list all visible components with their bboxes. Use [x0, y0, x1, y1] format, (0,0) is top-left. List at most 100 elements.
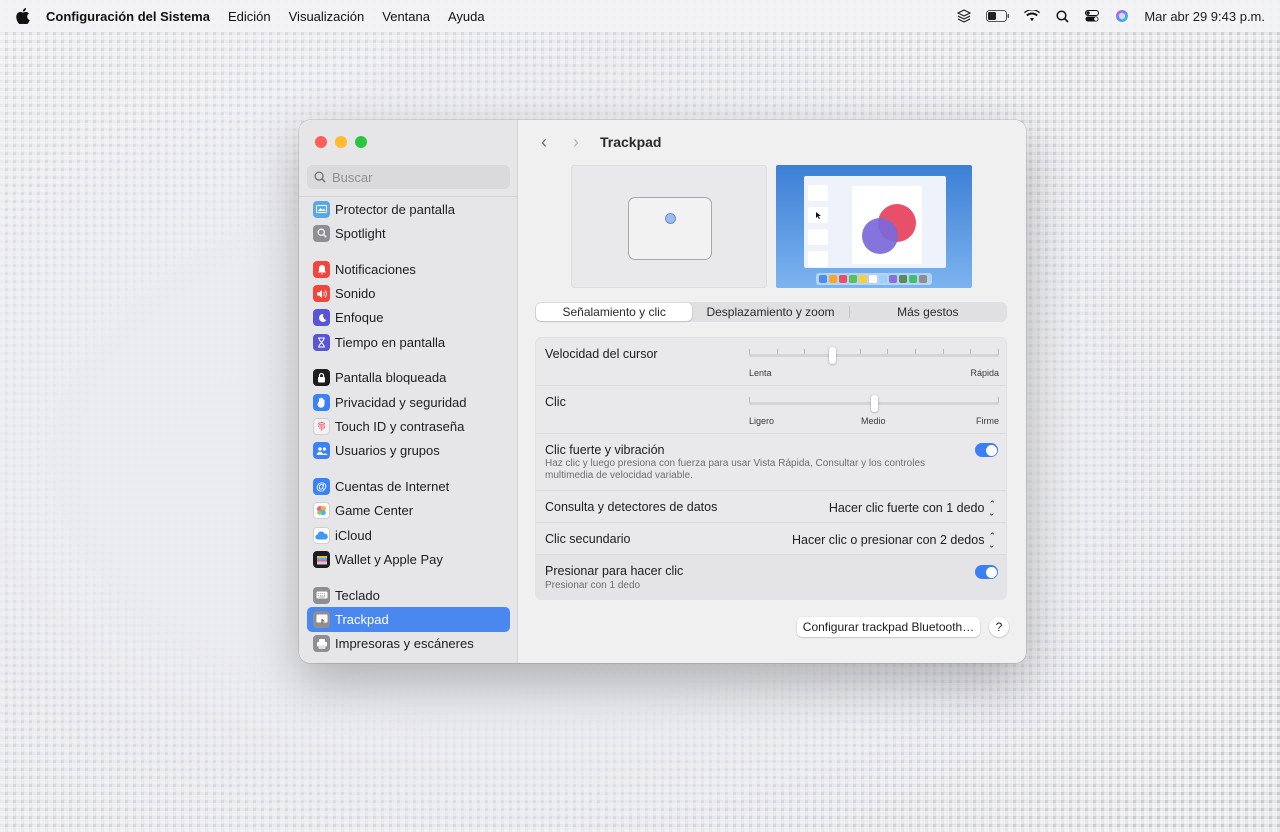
- sidebar-item-label: Spotlight: [335, 225, 386, 241]
- page-title: Trackpad: [600, 134, 662, 150]
- back-button[interactable]: ‹: [536, 132, 552, 153]
- click-pressure-slider[interactable]: Ligero Medio Firme: [749, 395, 999, 426]
- sound-icon: [313, 285, 330, 303]
- search-input[interactable]: [332, 169, 502, 185]
- sidebar-item-wallet[interactable]: Wallet y Apple Pay: [307, 547, 510, 571]
- slider-knob[interactable]: [870, 395, 878, 412]
- sidebar-item-touch-id[interactable]: Touch ID y contraseña: [307, 414, 510, 438]
- wifi-icon[interactable]: [1024, 8, 1041, 24]
- click-row: Clic Ligero Medio Firme: [536, 386, 1006, 434]
- toolbar: ‹ › Trackpad: [536, 132, 661, 152]
- lookup-popup[interactable]: Hacer clic fuerte con 1 dedo ⌃ ⌃: [828, 500, 996, 518]
- menu-edit[interactable]: Edición: [228, 9, 271, 24]
- sidebar-item-label: Impresoras y escáneres: [335, 636, 474, 652]
- slider-min-label: Ligero: [749, 416, 775, 426]
- menu-window[interactable]: Ventana: [382, 9, 430, 24]
- force-click-toggle[interactable]: [975, 443, 998, 457]
- sidebar-item-game-center[interactable]: Game Center: [307, 499, 510, 523]
- slider-mid-label: Medio: [861, 416, 886, 426]
- sidebar-item-notifications[interactable]: Notificaciones: [307, 257, 510, 281]
- sidebar-item-internet-accounts[interactable]: @ Cuentas de Internet: [307, 474, 510, 498]
- close-button[interactable]: [315, 136, 327, 148]
- system-settings-window: Protector de pantalla Spotlight Notifica…: [299, 120, 1026, 663]
- menu-clock[interactable]: Mar abr 29 9:43 p.m.: [1144, 9, 1265, 24]
- sidebar-item-lock-screen[interactable]: Pantalla bloqueada: [307, 366, 510, 390]
- slider-max-label: Rápida: [970, 368, 999, 378]
- keyboard-icon: [313, 586, 330, 604]
- cursor-speed-slider[interactable]: Lenta Rápida: [749, 347, 999, 378]
- apple-menu-icon[interactable]: [0, 8, 46, 24]
- setup-bluetooth-trackpad-button[interactable]: Configurar trackpad Bluetooth…: [797, 617, 980, 637]
- fingerprint-icon: [313, 418, 330, 436]
- tap-to-click-label: Presionar para hacer clic: [545, 564, 684, 578]
- trackpad-graphic: [628, 197, 712, 260]
- menu-bar: Configuración del Sistema Edición Visual…: [0, 0, 1280, 32]
- preview-purple-circle: [862, 218, 898, 254]
- tab-point-and-click[interactable]: Señalamiento y clic: [536, 303, 693, 321]
- sidebar: Protector de pantalla Spotlight Notifica…: [299, 120, 518, 663]
- sidebar-item-focus[interactable]: Enfoque: [307, 306, 510, 330]
- secondary-click-value: Hacer clic o presionar con 2 dedos: [791, 533, 985, 547]
- preview-sidebar: [808, 185, 828, 273]
- sidebar-item-label: Notificaciones: [335, 261, 416, 277]
- force-click-row: Clic fuerte y vibración Haz clic y luego…: [536, 434, 1006, 491]
- slider-track: [749, 354, 999, 357]
- screen-time-icon: [313, 333, 330, 351]
- layers-status-icon[interactable]: [956, 8, 972, 24]
- tap-to-click-toggle[interactable]: [975, 565, 998, 579]
- cursor-speed-label: Velocidad del cursor: [545, 347, 658, 361]
- forward-button[interactable]: ›: [568, 132, 584, 153]
- finger-dot: [665, 213, 676, 224]
- lookup-row: Consulta y detectores de datos Hacer cli…: [536, 491, 1006, 523]
- sidebar-item-users[interactable]: Usuarios y grupos: [307, 439, 510, 463]
- game-center-icon: [313, 502, 330, 520]
- battery-icon[interactable]: [986, 8, 1010, 24]
- sidebar-item-sound[interactable]: Sonido: [307, 281, 510, 305]
- secondary-click-label: Clic secundario: [545, 532, 631, 546]
- sidebar-item-label: Wallet y Apple Pay: [335, 552, 443, 567]
- force-click-label: Clic fuerte y vibración: [545, 443, 665, 457]
- sidebar-item-screensaver[interactable]: Protector de pantalla: [307, 197, 510, 221]
- slider-knob[interactable]: [829, 347, 837, 364]
- sidebar-item-keyboard[interactable]: Teclado: [307, 583, 510, 607]
- menu-view[interactable]: Visualización: [289, 9, 365, 24]
- tab-more-gestures[interactable]: Más gestos: [850, 303, 1006, 321]
- sidebar-item-label: Sonido: [335, 286, 376, 302]
- tab-bar: Señalamiento y clic Desplazamiento y zoo…: [535, 302, 1007, 322]
- sidebar-item-trackpad[interactable]: Trackpad: [307, 607, 510, 632]
- tab-scroll-and-zoom[interactable]: Desplazamiento y zoom: [692, 303, 848, 321]
- tap-to-click-row: Presionar para hacer clic Presionar con …: [536, 555, 1006, 600]
- force-click-description: Haz clic y luego presiona con fuerza par…: [545, 458, 926, 481]
- secondary-click-row: Clic secundario Hacer clic o presionar c…: [536, 523, 1006, 555]
- sidebar-list: Protector de pantalla Spotlight Notifica…: [307, 197, 510, 656]
- spotlight-icon: [313, 224, 330, 242]
- sidebar-item-label: Cuentas de Internet: [335, 479, 450, 495]
- sidebar-item-icloud[interactable]: iCloud: [307, 523, 510, 547]
- search-icon[interactable]: [1054, 8, 1070, 24]
- users-icon: [313, 442, 330, 460]
- sidebar-item-privacy[interactable]: Privacidad y seguridad: [307, 390, 510, 414]
- sidebar-search[interactable]: [307, 165, 510, 189]
- lookup-label: Consulta y detectores de datos: [545, 500, 718, 514]
- wallet-icon: [313, 551, 330, 568]
- chevron-updown-icon: ⌃ ⌃: [988, 531, 996, 550]
- zoom-button[interactable]: [355, 136, 367, 148]
- minimize-button[interactable]: [335, 136, 347, 148]
- sidebar-item-spotlight[interactable]: Spotlight: [307, 221, 510, 245]
- secondary-click-popup[interactable]: Hacer clic o presionar con 2 dedos ⌃ ⌃: [791, 531, 996, 550]
- help-button[interactable]: ?: [989, 617, 1009, 637]
- sidebar-item-label: Teclado: [335, 587, 380, 603]
- lookup-value: Hacer clic fuerte con 1 dedo: [828, 501, 985, 515]
- gesture-preview-video: [776, 165, 972, 288]
- sidebar-item-label: Protector de pantalla: [335, 201, 455, 217]
- main-pane: ‹ › Trackpad Señalamiento y clic Desplaz…: [518, 120, 1026, 663]
- sidebar-item-label: iCloud: [335, 527, 372, 543]
- privacy-hand-icon: [313, 393, 330, 411]
- control-center-icon[interactable]: [1084, 8, 1100, 24]
- siri-icon[interactable]: [1114, 8, 1130, 24]
- sidebar-item-screen-time[interactable]: Tiempo en pantalla: [307, 330, 510, 354]
- sidebar-item-printers[interactable]: Impresoras y escáneres: [307, 632, 510, 656]
- menu-app-name[interactable]: Configuración del Sistema: [46, 9, 210, 24]
- menu-help[interactable]: Ayuda: [448, 9, 485, 24]
- sidebar-item-label: Pantalla bloqueada: [335, 370, 447, 386]
